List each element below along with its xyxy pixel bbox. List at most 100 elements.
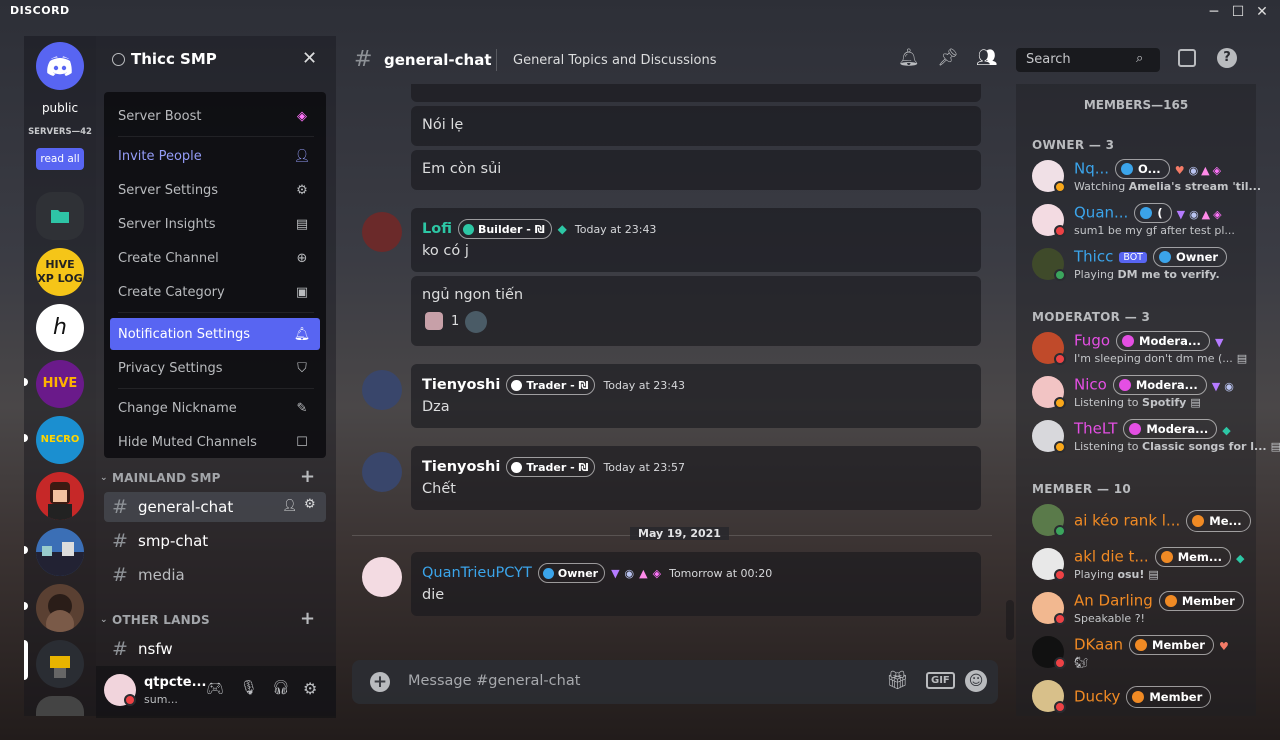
search-input[interactable]: Search ⌕ [1016, 48, 1160, 72]
server-thicc-smp[interactable] [36, 640, 84, 688]
role-dot-icon [1164, 595, 1177, 607]
channel-media[interactable]: # media [104, 560, 326, 590]
member-item[interactable]: akl die t... Mem... ◆ Playing osu! ▤ [1030, 544, 1252, 586]
member-item[interactable]: Ducky Member [1030, 676, 1252, 718]
menu-notification-settings[interactable]: Notification Settings 🔔︎ [110, 318, 320, 350]
user-avatar[interactable] [362, 452, 402, 492]
gamepad-icon[interactable]: 🎮︎ [206, 681, 224, 697]
menu-change-nickname[interactable]: Change Nickname ✎ [110, 392, 320, 424]
message-author[interactable]: QuanTrieuPCYT [422, 565, 532, 581]
server-avatar-red[interactable] [36, 472, 84, 520]
server-header[interactable]: Thicc SMP ✕ [96, 36, 336, 84]
pin-icon[interactable]: 📌︎ [937, 48, 959, 68]
role-label: Mem... [1177, 550, 1223, 564]
channel-topic[interactable]: General Topics and Discussions [513, 53, 716, 68]
category-other-lands[interactable]: ⌄ OTHER LANDS + [100, 608, 330, 630]
user-avatar[interactable] [362, 557, 402, 597]
gift-icon[interactable]: 🎁︎ [886, 670, 909, 691]
add-channel-icon[interactable]: + [300, 466, 315, 487]
read-all-button[interactable]: read all [36, 148, 84, 170]
server-avatar-blue[interactable] [36, 528, 84, 576]
member-item[interactable]: Nico Modera... ▼ ◉ Listening to Spotify ▤ [1030, 372, 1252, 414]
gif-button[interactable]: GIF [926, 672, 955, 689]
member-item[interactable]: Nq... O... ♥ ◉ ▲ ◈ Watching Amelia's stream '… [1030, 156, 1261, 198]
message-author[interactable]: Tienyoshi [422, 377, 500, 393]
channel-label: general-chat [138, 498, 234, 516]
reaction-emoji-icon[interactable] [425, 312, 443, 330]
server-necro[interactable]: NECRO [36, 416, 84, 464]
bell-icon[interactable]: 🔔︎ [898, 48, 920, 68]
server-h[interactable]: h [36, 304, 84, 352]
help-icon[interactable]: ? [1217, 48, 1237, 68]
member-item[interactable]: TheLT Modera... ◆ Listening to Classic son… [1030, 416, 1280, 458]
rail-label: public [41, 101, 79, 115]
hypesquad-icon: ◉ [1188, 163, 1199, 177]
channel-settings-icon[interactable]: ⚙ [304, 497, 316, 512]
server-hive-xplog[interactable]: HIVE XP LOG [36, 248, 84, 296]
channel-nsfw[interactable]: # nsfw [104, 634, 326, 664]
menu-hide-muted-channels[interactable]: Hide Muted Channels ☐ [110, 426, 320, 458]
home-button[interactable] [36, 42, 84, 90]
menu-invite-people[interactable]: Invite People 👤︎ [110, 140, 320, 172]
server-partial[interactable] [36, 696, 84, 716]
member-name: Thicc BOT Owner [1074, 247, 1228, 267]
microphone-icon[interactable]: 🎙︎ [240, 680, 258, 696]
user-settings-icon[interactable]: ⚙ [303, 679, 317, 698]
activity-prefix: Playing [1074, 268, 1118, 281]
minimize-icon[interactable]: ─ [1202, 2, 1226, 22]
menu-divider [118, 312, 314, 313]
channel-smp-chat[interactable]: # smp-chat [104, 526, 326, 556]
emoji-icon[interactable]: ☺ [965, 670, 987, 692]
member-item[interactable]: Fugo Modera... ▼ I'm sleeping don't dm me … [1030, 328, 1252, 370]
message-author[interactable]: Lofi [422, 221, 452, 237]
channel-label: media [138, 566, 185, 584]
inbox-icon[interactable] [1178, 49, 1196, 67]
member-item[interactable]: Thicc BOT Owner Playing DM me to verify. [1030, 244, 1252, 286]
server-folder-icon[interactable] [36, 192, 84, 240]
member-item[interactable]: ai kéo rank l... Me... [1030, 500, 1252, 542]
chat-scrollbar[interactable] [1006, 600, 1014, 640]
reaction-count[interactable]: 1 [451, 314, 459, 329]
channel-name: general-chat [384, 51, 492, 69]
role-badge: Mem... [1154, 547, 1232, 567]
add-channel-icon[interactable]: + [300, 608, 315, 629]
menu-create-channel[interactable]: Create Channel ⊕ [110, 242, 320, 274]
role-dot-icon [1118, 379, 1131, 391]
user-avatar[interactable] [362, 370, 402, 410]
member-list-icon[interactable]: 👥︎ [976, 48, 998, 68]
role-dot-icon [1132, 691, 1145, 703]
headphones-icon[interactable]: 🎧︎ [272, 680, 290, 696]
close-menu-icon[interactable]: ✕ [302, 48, 317, 69]
member-name: DKaan Member ♥ [1074, 635, 1229, 655]
maximize-icon[interactable]: ☐ [1226, 2, 1250, 22]
attach-plus-icon[interactable]: + [370, 672, 390, 692]
member-name-text: Fugo [1074, 331, 1111, 350]
role-badge: Modera... [1112, 375, 1207, 395]
user-avatar[interactable] [362, 212, 402, 252]
role-label: Modera... [1135, 378, 1198, 392]
status-dnd-indicator [1054, 657, 1066, 669]
channel-general-chat[interactable]: # general-chat 👤︎ ⚙ [104, 492, 326, 522]
message-author[interactable]: Tienyoshi [422, 459, 500, 475]
server-hive[interactable]: HIVE [36, 360, 84, 408]
menu-server-insights[interactable]: Server Insights ▤ [110, 208, 320, 240]
invite-icon[interactable]: 👤︎ [282, 498, 297, 512]
role-badge: Builder - ₪ [457, 219, 552, 239]
menu-privacy-settings[interactable]: Privacy Settings ⛉ [110, 352, 320, 384]
close-window-icon[interactable]: ✕ [1250, 2, 1274, 22]
member-item[interactable]: An Darling Member Speakable ?! [1030, 588, 1252, 630]
member-list-title: MEMBERS—165 [1083, 98, 1189, 112]
member-group-owner: OWNER — 3 [1032, 138, 1115, 152]
role-label: Trader - ₪ [526, 460, 589, 474]
menu-create-category[interactable]: Create Category ▣ [110, 276, 320, 308]
role-badge: Member [1126, 686, 1212, 708]
message-input[interactable]: Message #general-chat [408, 673, 580, 689]
server-avatar-brown[interactable] [36, 584, 84, 632]
menu-server-boost[interactable]: Server Boost ◈ [110, 100, 320, 132]
reaction-avatar[interactable] [465, 311, 487, 333]
category-mainland-smp[interactable]: ⌄ MAINLAND SMP + [100, 466, 330, 488]
menu-server-settings[interactable]: Server Settings ⚙ [110, 174, 320, 206]
member-item[interactable]: DKaan Member ♥ 🐿 [1030, 632, 1252, 674]
activity-detail: I'm sleeping don't dm me (... [1074, 352, 1233, 365]
member-item[interactable]: Quan... (▼ ◉ ▲ ◈ sum1 be my gf after test pl… [1030, 200, 1252, 242]
